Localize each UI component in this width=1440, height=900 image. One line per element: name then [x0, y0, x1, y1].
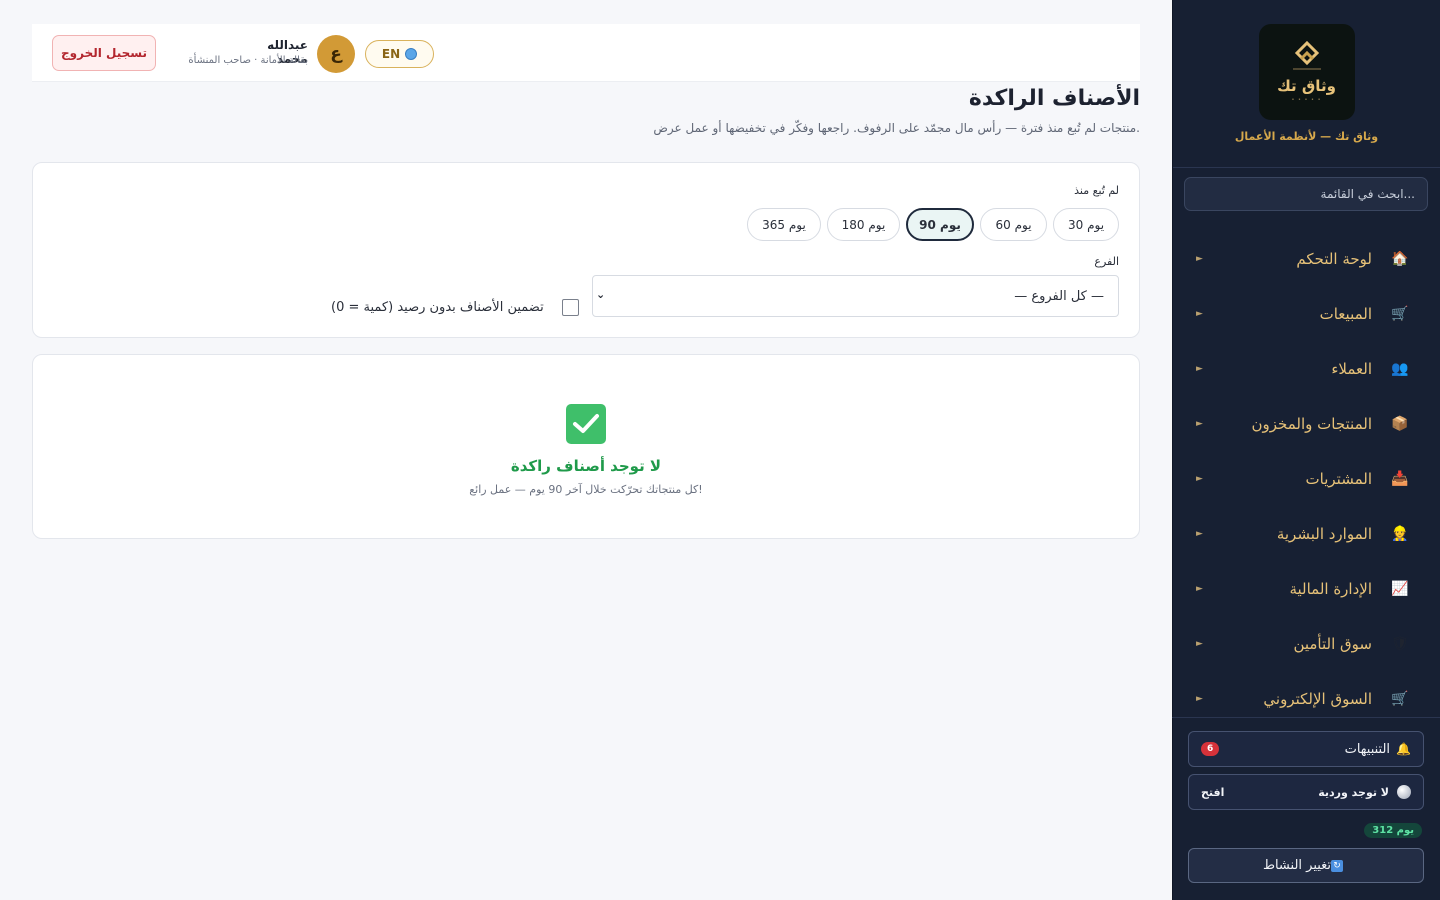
chevron-left-icon: ►: [1196, 638, 1203, 649]
brand-tagline: وثاق تك — لأنظمة الأعمال: [1234, 130, 1379, 143]
sidebar-item-label: المشتريات: [1305, 469, 1372, 488]
chevron-left-icon: ►: [1196, 363, 1203, 374]
notifications-count-badge: 6: [1201, 742, 1220, 756]
sidebar-search-input[interactable]: ابحث في القائمة...: [1184, 177, 1428, 211]
sidebar-item-label: السوق الإلكتروني: [1263, 689, 1372, 708]
sidebar-item-label: المبيعات: [1319, 304, 1372, 323]
bell-icon: 🔔: [1396, 742, 1411, 756]
empty-state-message: كل منتجاتك تحرّكت خلال آخر 90 يوم — عمل …: [469, 483, 703, 496]
package-icon: 📦: [1391, 415, 1409, 432]
notifications-button[interactable]: 🔔 التنبيهات 6: [1188, 731, 1424, 767]
sidebar-item-label: لوحة التحكم: [1296, 249, 1372, 268]
house-icon: 🏠: [1391, 250, 1409, 267]
logo-decoration: • • • • •: [1291, 97, 1322, 103]
sidebar-item-label: الإدارة المالية: [1289, 579, 1372, 598]
sidebar-item-purchases[interactable]: 📥 المشتريات ►: [1172, 451, 1440, 506]
check-mark-icon: [566, 404, 606, 444]
period-30-button[interactable]: 30 يوم: [1053, 208, 1119, 241]
cart-icon: 🛒: [1391, 305, 1409, 322]
sidebar-item-finance[interactable]: 📈 الإدارة المالية ►: [1172, 561, 1440, 616]
shift-status-text: لا توجد وردية: [1318, 785, 1389, 799]
results-card: لا توجد أصناف راكدة كل منتجاتك تحرّكت خل…: [32, 354, 1140, 539]
include-zero-stock-label: تضمين الأصناف بدون رصيد (كمية = 0): [331, 300, 544, 315]
open-shift-button[interactable]: افتح: [1201, 786, 1224, 799]
empty-state-title: لا توجد أصناف راكدة: [510, 457, 662, 475]
period-90-button[interactable]: 90 يوم: [906, 208, 974, 241]
logout-button[interactable]: تسجيل الخروج: [52, 35, 156, 71]
chevron-left-icon: ►: [1196, 583, 1203, 594]
sidebar-item-sales[interactable]: 🛒 المبيعات ►: [1172, 286, 1440, 341]
sidebar-item-hr[interactable]: 👷 الموارد البشرية ►: [1172, 506, 1440, 561]
include-zero-stock-checkbox[interactable]: [562, 299, 579, 316]
logo-mark-icon: [1292, 41, 1321, 70]
worker-icon: 👷: [1391, 525, 1409, 542]
switch-activity-label: تغيير النشاط: [1262, 858, 1332, 873]
chevron-left-icon: ►: [1196, 308, 1203, 319]
refresh-icon: ↻: [1331, 859, 1344, 872]
filter-card: لم تُبع منذ 30 يوم 60 يوم 90 يوم 180 يوم…: [32, 162, 1140, 338]
sidebar-item-label: العملاء: [1331, 359, 1372, 378]
period-180-button[interactable]: 180 يوم: [827, 208, 900, 241]
chevron-left-icon: ►: [1196, 693, 1203, 704]
sidebar-item-products[interactable]: 📦 المنتجات والمخزون ►: [1172, 396, 1440, 451]
period-filter-group: 30 يوم 60 يوم 90 يوم 180 يوم 365 يوم: [747, 208, 1119, 241]
shield-icon: 🛡: [1391, 635, 1409, 652]
user-subtitle: بقالة الأمانة · صاحب المنشأة: [188, 55, 308, 66]
chevron-down-icon: ⌄: [596, 288, 606, 301]
branch-filter-label: الفرع: [1094, 255, 1119, 268]
sidebar-nav: 🏠 لوحة التحكم ► 🛒 المبيعات ► 👥 العملاء ►…: [1172, 231, 1440, 726]
sidebar-footer: 🔔 التنبيهات 6 لا توجد وردية افتح 312 يوم…: [1172, 717, 1440, 900]
brand-area: وثاق تك • • • • • وثاق تك — لأنظمة الأعم…: [1173, 0, 1440, 168]
period-60-button[interactable]: 60 يوم: [980, 208, 1047, 241]
branch-select-value: — كل الفروع —: [1014, 289, 1104, 304]
sidebar-item-customers[interactable]: 👥 العملاء ►: [1172, 341, 1440, 396]
branch-select[interactable]: — كل الفروع — ⌄: [592, 275, 1119, 317]
avatar[interactable]: ع: [317, 35, 355, 73]
language-toggle-button[interactable]: EN: [365, 40, 434, 68]
inbox-icon: 📥: [1391, 470, 1409, 487]
subscription-days-badge: 312 يوم: [1364, 823, 1422, 838]
page-subtitle: منتجات لم تُبع منذ فترة — رأس مال مجمّد …: [653, 121, 1140, 135]
period-filter-label: لم تُبع منذ: [1074, 184, 1119, 197]
sidebar-item-dashboard[interactable]: 🏠 لوحة التحكم ►: [1172, 231, 1440, 286]
globe-icon: [405, 48, 418, 60]
top-bar: تسجيل الخروج عبدالله محمد بقالة الأمانة …: [32, 24, 1140, 82]
sidebar-item-label: سوق التأمين: [1293, 634, 1372, 653]
language-label: EN: [381, 47, 401, 61]
period-365-button[interactable]: 365 يوم: [747, 208, 821, 241]
chevron-left-icon: ►: [1196, 473, 1203, 484]
sidebar: وثاق تك • • • • • وثاق تك — لأنظمة الأعم…: [1172, 0, 1440, 900]
shift-status: لا توجد وردية افتح: [1188, 774, 1424, 810]
chart-icon: 📈: [1391, 580, 1409, 597]
logo-text: وثاق تك: [1277, 77, 1336, 95]
chevron-left-icon: ►: [1196, 528, 1203, 539]
shopping-cart-icon: 🛒: [1391, 690, 1409, 707]
shift-status-dot-icon: [1397, 785, 1411, 799]
page-title: الأصناف الراكدة: [968, 86, 1140, 111]
chevron-left-icon: ►: [1196, 253, 1203, 264]
chevron-left-icon: ►: [1196, 418, 1203, 429]
sidebar-item-label: المنتجات والمخزون: [1251, 414, 1372, 433]
company-logo[interactable]: وثاق تك • • • • •: [1258, 24, 1355, 120]
sidebar-item-insurance[interactable]: 🛡 سوق التأمين ►: [1172, 616, 1440, 671]
users-icon: 👥: [1391, 360, 1409, 377]
sidebar-item-label: الموارد البشرية: [1276, 524, 1372, 543]
switch-activity-button[interactable]: تغيير النشاط ↻: [1188, 848, 1424, 883]
notifications-label: التنبيهات: [1344, 741, 1391, 757]
